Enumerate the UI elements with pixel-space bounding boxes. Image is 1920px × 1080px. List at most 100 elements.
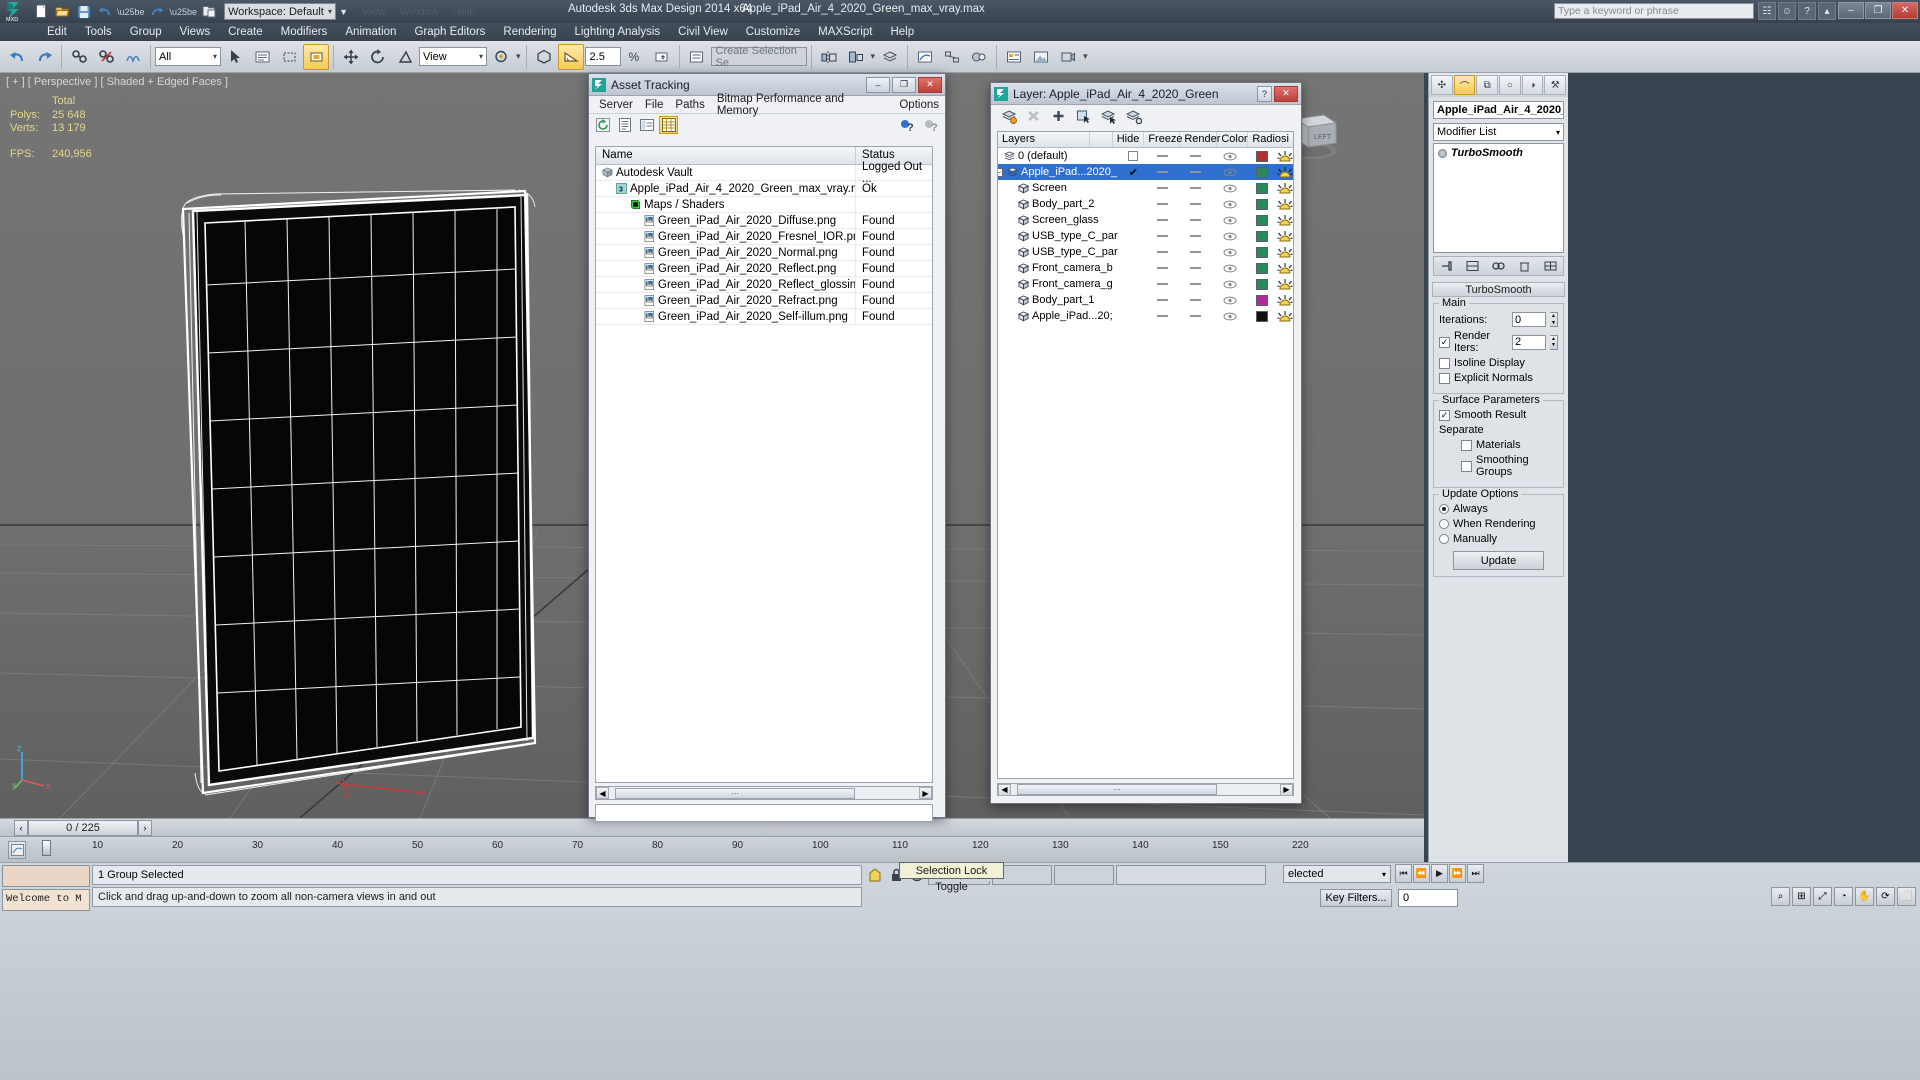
layer-render-toggle[interactable]: [1212, 152, 1247, 161]
named-selection-set-input[interactable]: Create Selection Se: [710, 45, 807, 69]
go-to-end-icon[interactable]: ⏭: [1467, 864, 1484, 883]
percent-snap-toggle-icon[interactable]: %: [622, 44, 648, 70]
isolate-selection-icon[interactable]: [866, 865, 884, 885]
layer-radiosity-icon[interactable]: [1277, 230, 1293, 243]
keyword-search-input[interactable]: Type a keyword or phrase: [1554, 3, 1754, 19]
key-time-field[interactable]: 0: [1398, 889, 1458, 907]
field-of-view-icon[interactable]: ◔: [1834, 887, 1853, 906]
layer-freeze-toggle[interactable]: [1178, 251, 1212, 253]
layer-dialog-close-button[interactable]: ✕: [1274, 85, 1298, 102]
go-to-start-icon[interactable]: ⏮: [1395, 864, 1412, 883]
modify-tab[interactable]: ⌒: [1453, 75, 1476, 95]
workspace-selector[interactable]: Workspace: Default ▾: [224, 3, 337, 20]
make-unique-icon[interactable]: [1490, 258, 1506, 274]
asset-row[interactable]: Green_iPad_Air_2020_Self-illum.png Found: [596, 309, 932, 325]
layer-horizontal-scrollbar[interactable]: ◀ ⋯ ▶: [997, 783, 1294, 796]
open-file-icon[interactable]: [53, 2, 72, 21]
asset-menu-bitmap-performance-and-memory[interactable]: Bitmap Performance and Memory: [711, 93, 894, 117]
layer-hide-toggle[interactable]: [1147, 235, 1178, 237]
redo-icon[interactable]: [148, 2, 167, 21]
layer-row[interactable]: 0 (default): [998, 148, 1293, 164]
layer-row[interactable]: Screen: [998, 180, 1293, 196]
layer-color-swatch[interactable]: [1248, 246, 1277, 258]
delete-highlighted-empty-layers-icon[interactable]: [1024, 107, 1043, 125]
layer-radiosity-icon[interactable]: [1277, 294, 1293, 307]
render-iters-spinner[interactable]: ▲ ▼: [1550, 334, 1558, 350]
scrollbar-thumb[interactable]: ⋯: [615, 787, 855, 799]
maxscript-mini-listener[interactable]: Welcome to M: [2, 889, 90, 911]
scroll-left-icon[interactable]: ◀: [596, 787, 609, 799]
layer-hide-toggle[interactable]: [1147, 267, 1178, 269]
schematic-view-icon[interactable]: [939, 44, 965, 70]
layer-color-swatch[interactable]: [1248, 166, 1277, 178]
layer-freeze-toggle[interactable]: [1178, 315, 1212, 317]
layer-radiosity-icon[interactable]: [1277, 182, 1293, 195]
configure-modifier-sets-icon[interactable]: [1542, 258, 1558, 274]
asset-tracking-minimize-button[interactable]: –: [866, 76, 890, 93]
render-production-icon[interactable]: [1055, 44, 1081, 70]
select-and-scale-icon[interactable]: [392, 44, 418, 70]
graph-editors-icon[interactable]: [912, 44, 938, 70]
rectangular-selection-region-icon[interactable]: [276, 44, 302, 70]
layer-freeze-toggle[interactable]: [1178, 171, 1212, 173]
asset-tracking-list[interactable]: Name Status Autodesk Vault Logged Out ...…: [595, 146, 933, 783]
iterations-spinner[interactable]: ▲ ▼: [1550, 312, 1558, 327]
set-project-folder-icon[interactable]: [200, 2, 219, 21]
layer-freeze-toggle[interactable]: [1178, 299, 1212, 301]
undo-icon[interactable]: [95, 2, 114, 21]
select-by-name-icon[interactable]: [249, 44, 275, 70]
layer-render-toggle[interactable]: [1213, 232, 1248, 241]
modifier-stack[interactable]: TurboSmooth: [1433, 143, 1564, 253]
layer-row[interactable]: – Apple_iPad...2020_✔: [998, 164, 1293, 180]
asset-row[interactable]: Green_iPad_Air_2020_Normal.png Found: [596, 245, 932, 261]
layer-color-swatch[interactable]: [1248, 214, 1277, 226]
previous-frame-icon[interactable]: ⏪: [1413, 864, 1430, 883]
update-button[interactable]: Update: [1453, 551, 1544, 570]
turbosmooth-rollout[interactable]: TurboSmooth: [1432, 282, 1565, 297]
minimize-button[interactable]: –: [1838, 2, 1864, 19]
undo-dropdown-arrow[interactable]: \u25be: [116, 7, 146, 17]
column-header-radiosity[interactable]: Radiosi: [1248, 132, 1293, 147]
layer-render-toggle[interactable]: [1213, 280, 1248, 289]
list-view-icon[interactable]: [615, 116, 634, 134]
menu-item-civil-view[interactable]: Civil View: [669, 23, 737, 41]
create-tab[interactable]: ✣: [1431, 75, 1453, 95]
show-end-result-icon[interactable]: [1465, 258, 1481, 274]
layer-color-swatch[interactable]: [1248, 310, 1277, 322]
menu-item-customize[interactable]: Customize: [737, 23, 809, 41]
help-inactive-icon[interactable]: ?: [922, 116, 941, 134]
select-and-rotate-icon[interactable]: [365, 44, 391, 70]
isoline-display-checkbox[interactable]: [1439, 357, 1450, 369]
3dsmax-logo-icon[interactable]: MXD: [0, 0, 28, 23]
asset-row[interactable]: Green_iPad_Air_2020_Reflect.png Found: [596, 261, 932, 277]
layer-row[interactable]: Screen_glass: [998, 212, 1293, 228]
asset-row[interactable]: Green_iPad_Air_2020_Refract.png Found: [596, 293, 932, 309]
zoom-icon[interactable]: ⌕: [1771, 887, 1790, 906]
utilities-tab[interactable]: ⚒: [1544, 75, 1567, 95]
asset-menu-options[interactable]: Options: [893, 99, 945, 111]
column-header-color[interactable]: Color: [1217, 132, 1249, 147]
layer-color-swatch[interactable]: [1248, 294, 1277, 306]
refresh-icon[interactable]: [593, 116, 612, 134]
layer-hide-toggle[interactable]: [1147, 203, 1178, 205]
snaps-toggle-icon[interactable]: [531, 44, 557, 70]
layer-row[interactable]: USB_type_C_par: [998, 228, 1293, 244]
layer-radiosity-icon[interactable]: [1277, 310, 1293, 323]
display-tab[interactable]: ◑: [1521, 75, 1544, 95]
iterations-input[interactable]: 0: [1512, 312, 1546, 327]
open-mini-curve-editor-icon[interactable]: [8, 841, 26, 859]
layer-render-toggle[interactable]: [1213, 184, 1248, 193]
workspace-dropdown-icon[interactable]: ▼: [339, 7, 348, 17]
select-and-move-icon[interactable]: [338, 44, 364, 70]
update-option-manually[interactable]: Manually: [1439, 533, 1558, 545]
layer-freeze-toggle[interactable]: [1178, 187, 1212, 189]
undo-scene-operation-icon[interactable]: [4, 44, 30, 70]
redo-scene-operation-icon[interactable]: [31, 44, 57, 70]
create-new-layer-icon[interactable]: [999, 107, 1018, 125]
layer-color-swatch[interactable]: [1248, 150, 1277, 162]
grid-view-icon[interactable]: [659, 116, 678, 134]
layer-row[interactable]: Body_part_2: [998, 196, 1293, 212]
layer-color-swatch[interactable]: [1248, 182, 1277, 194]
expand-collapse-icon[interactable]: –: [998, 167, 1003, 177]
layer-color-swatch[interactable]: [1248, 262, 1277, 274]
